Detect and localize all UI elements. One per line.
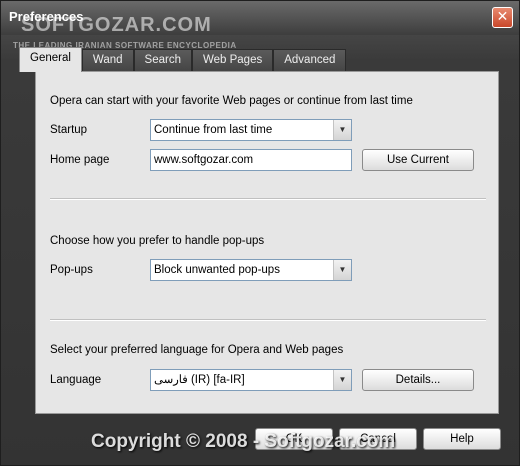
popups-value: Block unwanted pop-ups bbox=[154, 264, 280, 276]
tab-web-pages[interactable]: Web Pages bbox=[191, 49, 274, 71]
homepage-input[interactable]: www.softgozar.com bbox=[150, 149, 352, 171]
use-current-button[interactable]: Use Current bbox=[362, 149, 474, 171]
tab-search[interactable]: Search bbox=[133, 49, 192, 71]
popups-label: Pop-ups bbox=[50, 264, 93, 276]
tab-strip: General Wand Search Web Pages Advanced bbox=[19, 47, 347, 72]
separator bbox=[50, 198, 486, 200]
startup-select[interactable]: Continue from last time ▼ bbox=[150, 119, 352, 141]
help-button[interactable]: Help bbox=[423, 428, 501, 450]
watermark-copyright: Copyright © 2008 - Softgozar.com bbox=[91, 431, 396, 452]
chevron-down-icon: ▼ bbox=[333, 120, 351, 140]
startup-value: Continue from last time bbox=[154, 124, 273, 136]
preferences-dialog: Preferences ✕ SOFTGOZAR.COM THE LEADING … bbox=[0, 0, 520, 466]
language-select[interactable]: فارسی (IR) [fa-IR] ▼ bbox=[150, 369, 352, 391]
language-intro: Select your preferred language for Opera… bbox=[50, 344, 344, 356]
chevron-down-icon: ▼ bbox=[333, 260, 351, 280]
watermark-logo: SOFTGOZAR.COM bbox=[21, 14, 212, 36]
tab-general[interactable]: General bbox=[19, 47, 82, 72]
language-value: فارسی (IR) [fa-IR] bbox=[154, 374, 245, 386]
tab-wand[interactable]: Wand bbox=[81, 49, 134, 71]
popups-intro: Choose how you prefer to handle pop-ups bbox=[50, 235, 265, 247]
details-button[interactable]: Details... bbox=[362, 369, 474, 391]
close-button[interactable]: ✕ bbox=[492, 7, 513, 28]
chevron-down-icon: ▼ bbox=[333, 370, 351, 390]
popups-select[interactable]: Block unwanted pop-ups ▼ bbox=[150, 259, 352, 281]
tab-advanced[interactable]: Advanced bbox=[273, 49, 347, 71]
language-label: Language bbox=[50, 374, 102, 386]
homepage-label: Home page bbox=[50, 154, 110, 166]
general-panel: Opera can start with your favorite Web p… bbox=[35, 71, 499, 414]
startup-label: Startup bbox=[50, 124, 88, 136]
startup-intro: Opera can start with your favorite Web p… bbox=[50, 95, 413, 107]
separator bbox=[50, 319, 486, 321]
